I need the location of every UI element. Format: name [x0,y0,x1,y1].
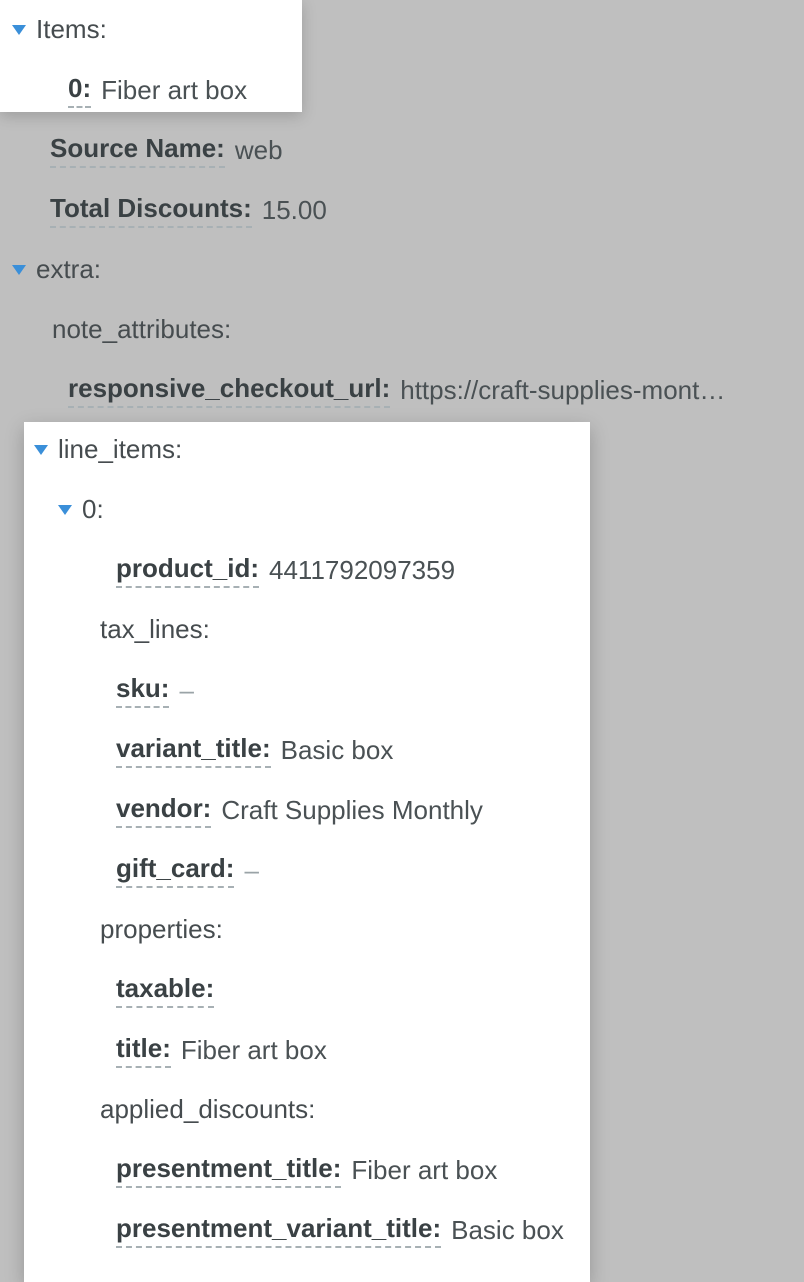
product-id-val: 4411792097359 [269,555,455,586]
source-name-key: Source Name: [50,133,225,168]
presentment-variant-title-key: presentment_variant_title: [116,1213,441,1248]
total-discounts-val: 15.00 [262,195,327,226]
line-item-0-key: 0: [82,494,104,527]
gift-card-row[interactable]: gift_card: – [0,840,804,900]
variant-title-key: variant_title: [116,733,271,768]
extra-key: extra: [36,254,101,287]
source-name-val: web [235,135,283,166]
sku-val: – [179,675,193,706]
taxable-key: taxable: [116,973,214,1008]
applied-discounts-row[interactable]: applied_discounts: [0,1080,804,1140]
grams-row[interactable]: grams: – [0,1260,804,1282]
line-item-0-header-row[interactable]: 0: [0,480,804,540]
items-key: Items: [36,14,107,47]
vendor-val: Craft Supplies Monthly [221,795,483,826]
items-entry-0[interactable]: 0: Fiber art box [0,60,804,120]
presentment-title-row[interactable]: presentment_title: Fiber art box [0,1140,804,1200]
title-row[interactable]: title: Fiber art box [0,1020,804,1080]
variant-title-row[interactable]: variant_title: Basic box [0,720,804,780]
vendor-key: vendor: [116,793,211,828]
tax-lines-key: tax_lines: [100,614,210,647]
responsive-checkout-url-val: https://craft-supplies-mont… [400,375,725,406]
note-attributes-key: note_attributes: [52,314,231,347]
presentment-title-key: presentment_title: [116,1153,341,1188]
title-val: Fiber art box [181,1035,327,1066]
line-items-key: line_items: [58,434,182,467]
caret-down-icon[interactable] [34,445,48,455]
note-attributes-row[interactable]: note_attributes: [0,300,804,360]
tax-lines-row[interactable]: tax_lines: [0,600,804,660]
grams-key: grams: [116,1273,203,1282]
product-id-key: product_id: [116,553,259,588]
items-entry-0-val: Fiber art box [101,75,247,106]
source-name-row[interactable]: Source Name: web [0,120,804,180]
line-items-header-row[interactable]: line_items: [0,420,804,480]
caret-down-icon[interactable] [12,25,26,35]
items-header-row[interactable]: Items: [0,0,804,60]
caret-down-icon[interactable] [12,265,26,275]
presentment-title-val: Fiber art box [351,1155,497,1186]
properties-row[interactable]: properties: [0,900,804,960]
responsive-checkout-url-key: responsive_checkout_url: [68,373,390,408]
sku-row[interactable]: sku: – [0,660,804,720]
items-entry-0-key: 0: [68,73,91,108]
caret-down-icon[interactable] [58,505,72,515]
sku-key: sku: [116,673,169,708]
taxable-row[interactable]: taxable: [0,960,804,1020]
presentment-variant-title-row[interactable]: presentment_variant_title: Basic box [0,1200,804,1260]
gift-card-val: – [244,855,258,886]
grams-val: – [213,1275,227,1282]
responsive-checkout-url-row[interactable]: responsive_checkout_url: https://craft-s… [0,360,804,420]
properties-key: properties: [100,914,223,947]
total-discounts-row[interactable]: Total Discounts: 15.00 [0,180,804,240]
gift-card-key: gift_card: [116,853,234,888]
applied-discounts-key: applied_discounts: [100,1094,315,1127]
presentment-variant-title-val: Basic box [451,1215,564,1246]
title-key: title: [116,1033,171,1068]
product-id-row[interactable]: product_id: 4411792097359 [0,540,804,600]
variant-title-val: Basic box [281,735,394,766]
extra-header-row[interactable]: extra: [0,240,804,300]
vendor-row[interactable]: vendor: Craft Supplies Monthly [0,780,804,840]
total-discounts-key: Total Discounts: [50,193,252,228]
